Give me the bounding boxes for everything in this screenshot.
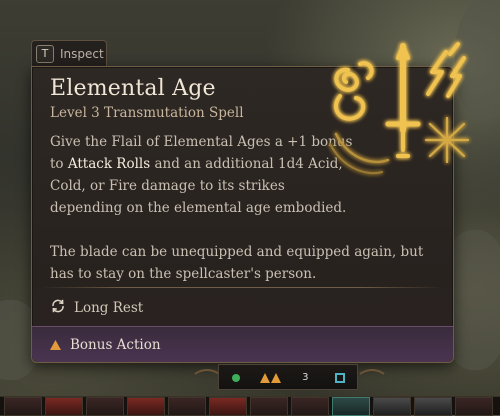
- movement-icon: [334, 368, 345, 387]
- action-point-icon: [231, 368, 241, 387]
- hotbar-slot[interactable]: [291, 397, 329, 416]
- spell-slot-count: 3: [302, 371, 309, 383]
- attack-rolls-keyword[interactable]: Attack Rolls: [68, 156, 150, 172]
- hotbar-slot[interactable]: [4, 397, 42, 416]
- hotbar-slot[interactable]: [455, 397, 493, 416]
- hotbar: [0, 396, 500, 416]
- inspect-key-badge: T: [36, 44, 54, 63]
- divider: [42, 287, 443, 288]
- long-rest-icon: [50, 298, 66, 318]
- recharge-row: Long Rest: [50, 298, 143, 318]
- spell-description: Give the Flail of Elemental Ages a +1 bo…: [50, 131, 360, 219]
- bonus-action-resource: [256, 367, 286, 387]
- hotbar-ornament-right: [355, 369, 389, 395]
- elemental-sword-icon: [329, 42, 470, 175]
- bonus-action-triangle-icon: [259, 368, 282, 387]
- hotbar-slot[interactable]: [250, 397, 288, 416]
- inspect-tab[interactable]: T Inspect: [31, 40, 107, 66]
- spell-title: Elemental Age: [50, 76, 216, 101]
- hotbar-slot[interactable]: [373, 397, 411, 416]
- action-cost-bar: Bonus Action: [32, 326, 453, 362]
- action-cost-label: Bonus Action: [70, 336, 161, 353]
- hotbar-slot[interactable]: [332, 397, 370, 416]
- movement-resource: [325, 367, 355, 387]
- hotbar-slot[interactable]: [127, 397, 165, 416]
- hotbar-slot[interactable]: [414, 397, 452, 416]
- recharge-label: Long Rest: [74, 300, 144, 316]
- spell-description-secondary: The blade can be unequipped and equipped…: [50, 244, 424, 282]
- inspect-label: Inspect: [60, 46, 104, 61]
- action-resource-bar: 3: [218, 364, 358, 390]
- hotbar-slot[interactable]: [168, 397, 206, 416]
- spell-subtitle: Level 3 Transmutation Spell: [50, 105, 244, 121]
- hotbar-slot[interactable]: [86, 397, 124, 416]
- spell-slot-resource: 3: [290, 367, 320, 387]
- action-resource: [221, 367, 251, 387]
- bonus-action-triangle-icon: [50, 335, 61, 354]
- hotbar-slot[interactable]: [45, 397, 83, 416]
- hotbar-slot[interactable]: [209, 397, 247, 416]
